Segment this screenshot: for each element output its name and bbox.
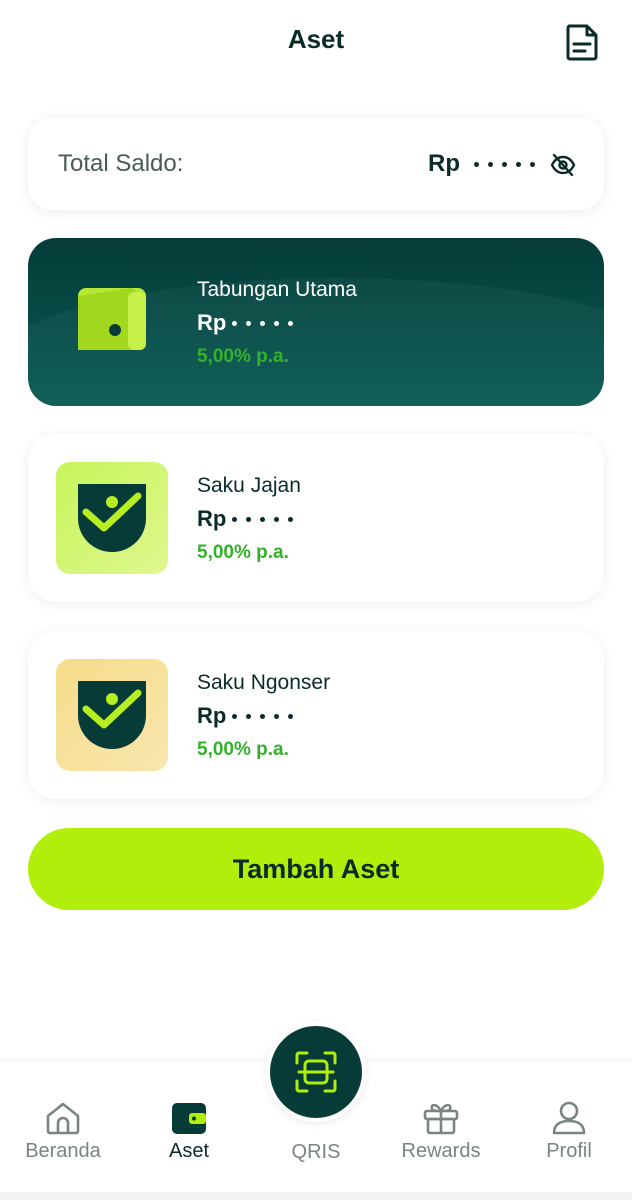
nav-item-profil[interactable]: Profil [514, 1100, 624, 1170]
header: Aset [0, 0, 632, 84]
nav-item-rewards[interactable]: Rewards [386, 1100, 496, 1170]
nav-label: Aset [168, 1140, 210, 1162]
asset-balance: Rp [197, 310, 294, 336]
document-icon [566, 24, 598, 61]
qr-scan-icon [295, 1051, 337, 1093]
nav-label-qris: QRIS [291, 1141, 341, 1163]
document-button[interactable] [562, 22, 602, 62]
gift-icon [423, 1103, 459, 1135]
nav-item-aset[interactable]: Aset [134, 1100, 244, 1170]
wallet-icon [172, 1103, 206, 1134]
user-icon [552, 1101, 586, 1135]
asset-name: Saku Ngonser [197, 671, 331, 694]
eye-off-icon [550, 153, 576, 177]
asset-card-tabungan-utama[interactable]: Tabungan Utama Rp 5,00% p.a. [28, 238, 604, 406]
asset-name: Tabungan Utama [197, 278, 357, 301]
asset-card-saku-jajan[interactable]: Saku Jajan Rp 5,00% p.a. [28, 434, 604, 602]
total-balance-label: Total Saldo: [58, 150, 184, 177]
pocket-check-icon [56, 462, 168, 574]
currency-label: Rp [428, 150, 460, 177]
pocket-check-icon [56, 659, 168, 771]
asset-interest-rate: 5,00% p.a. [197, 739, 289, 760]
asset-name: Saku Jajan [197, 474, 301, 497]
total-balance-card: Total Saldo: Rp [28, 118, 604, 210]
asset-card-saku-ngonser[interactable]: Saku Ngonser Rp 5,00% p.a. [28, 631, 604, 799]
nav-label: Beranda [25, 1140, 101, 1162]
total-balance-amount: Rp [428, 150, 535, 178]
assets-screen: Aset Total Saldo: Rp Tabungan Utama Rp 5… [0, 0, 632, 1200]
qris-button[interactable] [266, 1022, 366, 1122]
masked-balance [474, 161, 535, 167]
asset-interest-rate: 5,00% p.a. [197, 542, 289, 563]
nav-label: Rewards [401, 1140, 481, 1162]
nav-item-beranda[interactable]: Beranda [8, 1100, 118, 1170]
add-asset-button[interactable]: Tambah Aset [28, 828, 604, 910]
asset-balance: Rp [197, 703, 294, 729]
home-icon [46, 1102, 80, 1135]
asset-balance: Rp [197, 506, 294, 532]
wallet-icon [72, 278, 152, 358]
home-indicator [0, 1192, 632, 1200]
toggle-balance-visibility-button[interactable] [550, 152, 576, 178]
page-title: Aset [287, 24, 345, 54]
asset-interest-rate: 5,00% p.a. [197, 346, 289, 367]
nav-label: Profil [546, 1140, 592, 1162]
